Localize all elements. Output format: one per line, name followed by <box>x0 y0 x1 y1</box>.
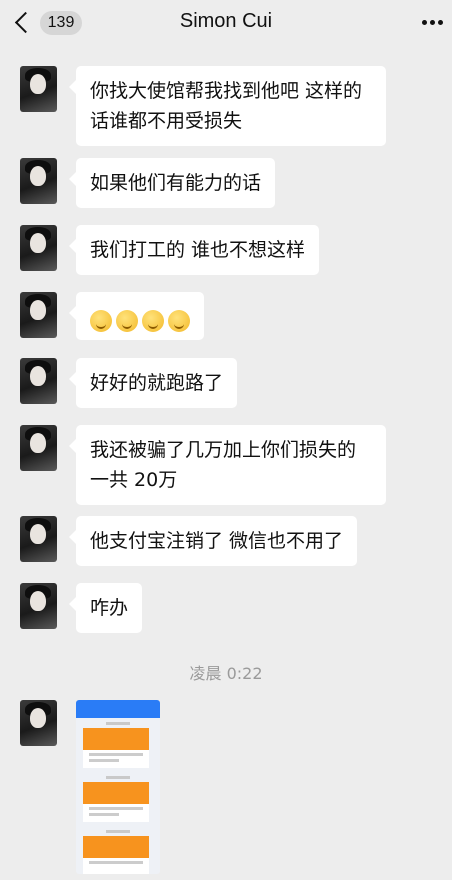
chevron-left-icon <box>14 11 37 34</box>
message-bubble[interactable]: 好好的就跑路了 <box>68 358 238 408</box>
message-bubble[interactable]: 我还被骗了几万加上你们损失的 一共 20万 <box>69 425 386 505</box>
message-timestamp: 凌晨 0:22 <box>189 664 263 683</box>
grimace-emoji-icon <box>116 309 138 332</box>
chat-header: 139 Simon Cui <box>0 0 452 46</box>
thumbnail-card <box>83 728 149 768</box>
avatar[interactable] <box>20 700 57 746</box>
grimace-emoji-icon <box>90 309 112 332</box>
avatar[interactable] <box>20 292 57 338</box>
thumbnail-timestamp <box>106 722 130 725</box>
avatar[interactable] <box>20 358 57 404</box>
thumbnail-timestamp <box>106 830 130 833</box>
image-message-thumbnail[interactable] <box>76 700 160 874</box>
grimace-emoji-icon <box>168 309 190 332</box>
thumbnail-timestamp <box>106 776 130 779</box>
thumbnail-card <box>83 836 149 874</box>
avatar[interactable] <box>20 583 57 629</box>
back-button[interactable]: 139 <box>14 8 84 38</box>
chat-title: Simon Cui <box>179 10 273 32</box>
avatar[interactable] <box>20 516 57 562</box>
message-bubble[interactable]: 你找大使馆帮我找到他吧 这样的 话谁都不用受损失 <box>69 66 386 146</box>
avatar[interactable] <box>20 425 57 471</box>
emoji-message-bubble[interactable] <box>69 292 204 340</box>
more-options-icon[interactable] <box>420 10 446 34</box>
grimace-emoji-icon <box>142 309 164 332</box>
message-bubble[interactable]: 他支付宝注销了 微信也不用了 <box>68 516 358 566</box>
message-bubble[interactable]: 如果他们有能力的话 <box>68 158 276 208</box>
thumbnail-card <box>83 782 149 822</box>
message-bubble[interactable]: 咋办 <box>68 583 143 633</box>
message-bubble[interactable]: 我们打工的 谁也不想这样 <box>68 225 320 275</box>
avatar[interactable] <box>20 225 57 271</box>
avatar[interactable] <box>20 66 57 112</box>
unread-count-badge: 139 <box>40 11 82 35</box>
thumbnail-header <box>76 700 160 718</box>
avatar[interactable] <box>20 158 57 204</box>
